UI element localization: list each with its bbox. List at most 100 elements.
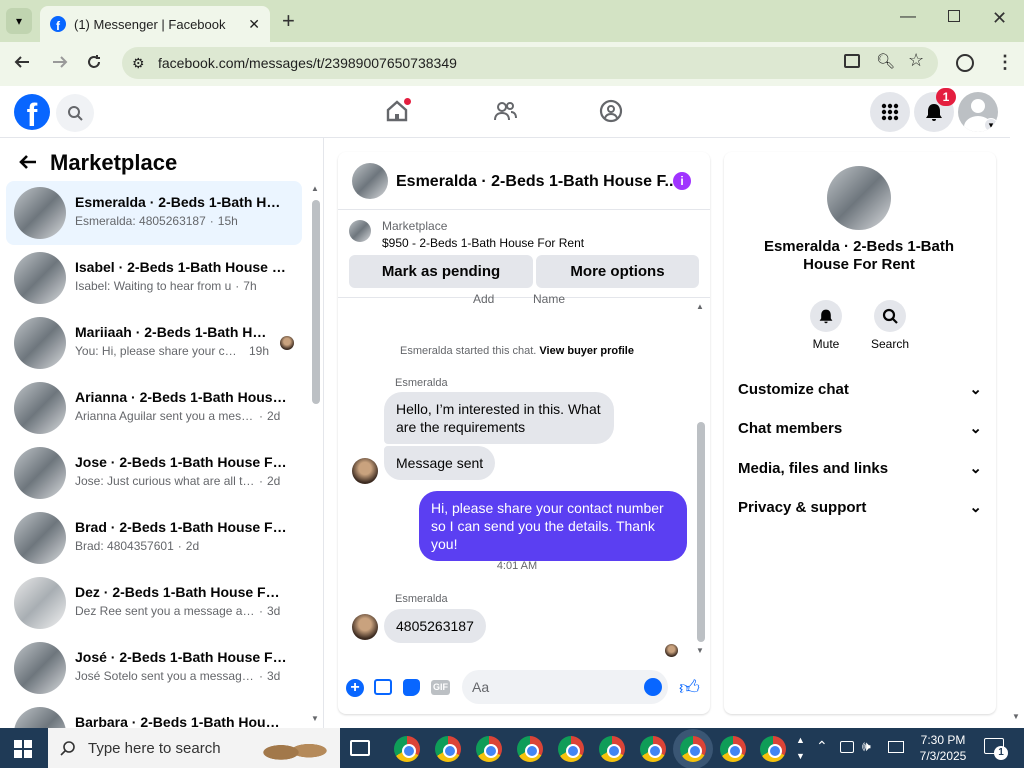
marketplace-conversation-list: Marketplace Esmeralda · 2-Beds 1-Bath Ho… [0,138,324,730]
task-view-icon[interactable] [350,740,370,756]
friends-icon [494,102,517,121]
nav-home[interactable] [384,98,411,129]
address-bar[interactable]: ⚙ facebook.com/messages/t/23989007650738… [122,47,938,79]
facebook-logo[interactable]: f [14,94,50,130]
conversation-name: Dez · 2-Beds 1-Bath House For Rent [75,584,287,600]
start-button[interactable] [14,740,32,758]
chrome-taskbar-icon[interactable] [476,736,502,762]
conversation-item[interactable]: José · 2-Beds 1-Bath House For Rent José… [6,636,302,700]
chrome-taskbar-icon[interactable] [720,736,746,762]
section-media-files-links[interactable]: Media, files and links ⌄ [738,459,982,478]
clock[interactable]: 7:30 PM 7/3/2025 [914,732,972,764]
incoming-message[interactable]: 4805263187 [384,609,486,643]
mark-as-pending-button[interactable]: Mark as pending [349,255,533,288]
chrome-taskbar-icon[interactable] [517,736,543,762]
incoming-message[interactable]: Hello, I’m interested in this. What are … [384,392,614,444]
scroll-up-arrow-icon[interactable]: ▲ [311,184,319,193]
chrome-taskbar-icon[interactable] [760,736,786,762]
attach-photo-icon[interactable] [374,679,392,695]
tab-list-dropdown-button[interactable]: ▾ [6,8,32,34]
bell-icon [810,300,842,332]
search-facebook-button[interactable] [56,94,94,132]
conversation-item[interactable]: Barbara · 2-Beds 1-Bath House For Rent [6,701,302,730]
conversation-item[interactable]: Jose · 2-Beds 1-Bath House For Rent Jose… [6,441,302,505]
account-avatar[interactable]: ▾ [958,92,998,132]
volume-icon[interactable]: 🕪︎ [862,738,871,755]
listing-thumbnail [14,382,66,434]
bookmark-star-icon[interactable]: ☆ [908,50,924,71]
profile-icon[interactable] [956,54,974,72]
nav-friends[interactable] [492,98,518,129]
mute-button[interactable]: Mute [808,300,844,351]
reload-button[interactable] [84,54,104,74]
chat-title[interactable]: Esmeralda · 2-Beds 1-Bath House F... [396,173,678,191]
like-thumbs-up-icon[interactable]: 👍︎ [679,676,700,700]
conversation-item[interactable]: Isabel · 2-Beds 1-Bath House For Rent Is… [6,246,302,310]
browser-tab-messenger[interactable]: f (1) Messenger | Facebook ✕ [40,6,270,42]
menu-button[interactable] [870,92,910,132]
page-scroll-down-arrow-icon[interactable]: ▼ [1012,712,1020,721]
minimize-window-button[interactable]: — [900,8,916,26]
back-button[interactable] [12,54,32,74]
forward-button[interactable] [50,54,70,74]
chrome-taskbar-icon[interactable] [558,736,584,762]
install-app-icon[interactable] [844,54,860,68]
emoji-icon[interactable] [644,678,662,696]
conversation-name: José · 2-Beds 1-Bath House For Rent [75,649,287,665]
back-to-chats-button[interactable] [18,152,38,177]
section-chat-members[interactable]: Chat members ⌄ [738,419,982,438]
gif-icon[interactable]: GIF [431,680,450,695]
chrome-taskbar-icon[interactable] [599,736,625,762]
conversation-info-icon[interactable]: i [673,172,691,190]
listing-thumbnail [14,707,66,730]
scroll-down-arrow-icon[interactable]: ▼ [696,646,704,655]
conversation-preview: Isabel: Waiting to hear from u · 7h [75,279,257,293]
show-hidden-icons-chevron-icon[interactable]: ⌃ [816,738,828,755]
restore-window-button[interactable] [948,10,960,22]
browser-menu-icon[interactable]: ⋮ [996,52,1014,73]
zoom-icon[interactable]: 🔍︎ [876,52,895,70]
taskbar-overflow-arrows-icon[interactable]: ▲ ▼ [796,732,805,764]
new-tab-button[interactable]: + [282,8,295,34]
section-privacy-support[interactable]: Privacy & support ⌄ [738,498,982,517]
notifications-button[interactable]: 1 [914,88,956,132]
conversation-item[interactable]: Dez · 2-Beds 1-Bath House For Rent Dez R… [6,571,302,635]
chat-avatar[interactable] [352,163,388,199]
conversation-item[interactable]: Brad · 2-Beds 1-Bath House For Rent Brad… [6,506,302,570]
chrome-taskbar-icon[interactable] [640,736,666,762]
profile-photo[interactable] [827,166,891,230]
sticker-icon[interactable] [403,679,420,696]
chrome-taskbar-icon[interactable] [394,736,420,762]
clock-date: 7/3/2025 [919,749,967,763]
message-composer: + GIF Aa 👍︎ [338,668,710,708]
section-customize-chat[interactable]: Customize chat ⌄ [738,380,982,399]
chrome-taskbar-icon-active[interactable] [680,736,706,762]
chat-window: Esmeralda · 2-Beds 1-Bath House F... i M… [338,152,710,714]
conversation-item[interactable]: Esmeralda · 2-Beds 1-Bath House For Rent… [6,181,302,245]
meet-now-icon[interactable] [840,741,854,753]
section-label: Media, files and links [738,459,889,477]
message-scrollbar[interactable] [697,422,705,642]
incoming-message[interactable]: Message sent [384,446,496,480]
taskbar-search-box[interactable]: Type here to search [48,728,340,768]
more-options-button[interactable]: More options [536,255,699,288]
close-tab-icon[interactable]: ✕ [248,16,260,33]
conversation-item[interactable]: Mariiaah · 2-Beds 1-Bath House For Rent … [6,311,302,375]
view-buyer-profile-link[interactable]: View buyer profile [539,345,634,357]
listing-title[interactable]: $950 - 2-Beds 1-Bath House For Rent [382,236,584,250]
site-info-icon[interactable]: ⚙ [132,55,145,72]
scroll-down-arrow-icon[interactable]: ▼ [311,714,319,723]
scroll-up-arrow-icon[interactable]: ▲ [696,302,704,311]
chrome-taskbar-icon[interactable] [435,736,461,762]
message-input[interactable]: Aa [462,670,668,704]
sender-avatar [352,458,378,484]
search-in-conversation-button[interactable]: Search [870,300,910,351]
outgoing-message[interactable]: Hi, please share your contact number so … [419,491,687,561]
conversation-list-scrollbar[interactable] [312,200,320,404]
close-window-button[interactable]: ✕ [992,8,1007,29]
nav-groups[interactable] [598,98,624,129]
conversation-item[interactable]: Arianna · 2-Beds 1-Bath House For Rent A… [6,376,302,440]
network-icon[interactable] [888,741,904,753]
open-more-actions-icon[interactable]: + [346,679,364,697]
listing-thumbnail[interactable] [349,220,371,242]
